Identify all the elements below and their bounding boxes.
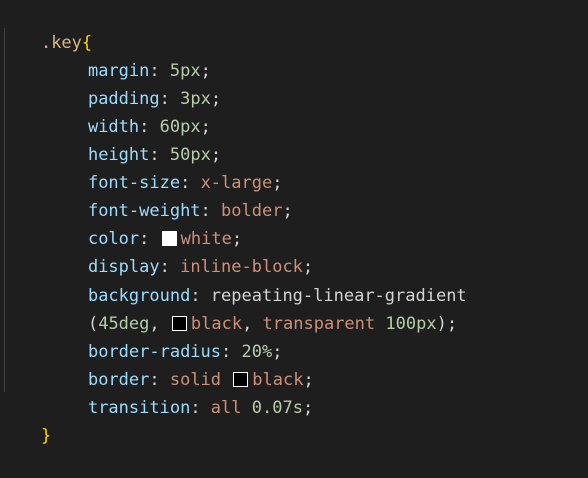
gradient-stop: 100px [385,314,437,334]
transition-duration: 0.07s [251,398,303,418]
semicolon: ; [210,89,222,109]
close-paren: ) [436,314,447,334]
code-line-background-wrap[interactable]: (45deg, black, transparent 100px); [0,282,457,334]
code-line-margin[interactable]: margin: 5px; [0,29,211,81]
code-line-border-radius[interactable]: border-radius: 20%; [0,310,283,362]
semicolon: ; [282,201,293,221]
code-editor[interactable]: .key{ margin: 5px; padding: 3px; width: … [0,0,588,446]
transition-property: all [210,398,242,418]
code-line-height[interactable]: height: 50px; [0,113,221,165]
colon: : [190,398,211,418]
semicolon: ; [302,398,314,418]
code-line-close[interactable]: } [0,394,51,446]
code-line-font-size[interactable]: font-size: x-large; [0,141,283,193]
code-line-width[interactable]: width: 60px; [0,85,211,137]
code-line-background[interactable]: background: repeating-linear-gradient [0,254,467,306]
code-line-padding[interactable]: padding: 3px; [0,57,221,109]
close-brace: } [40,426,52,446]
code-line-border[interactable]: border: solid black; [0,338,314,390]
semicolon: ; [446,314,458,334]
code-line-color[interactable]: color: white; [0,197,242,249]
property-name: transition [87,398,191,418]
code-line-transition[interactable]: transition: all 0.07s; [0,366,313,418]
code-line-selector[interactable]: .key{ [0,1,92,53]
code-line-display[interactable]: display: inline-block; [0,225,313,277]
code-line-font-weight[interactable]: font-weight: bolder; [0,169,293,221]
